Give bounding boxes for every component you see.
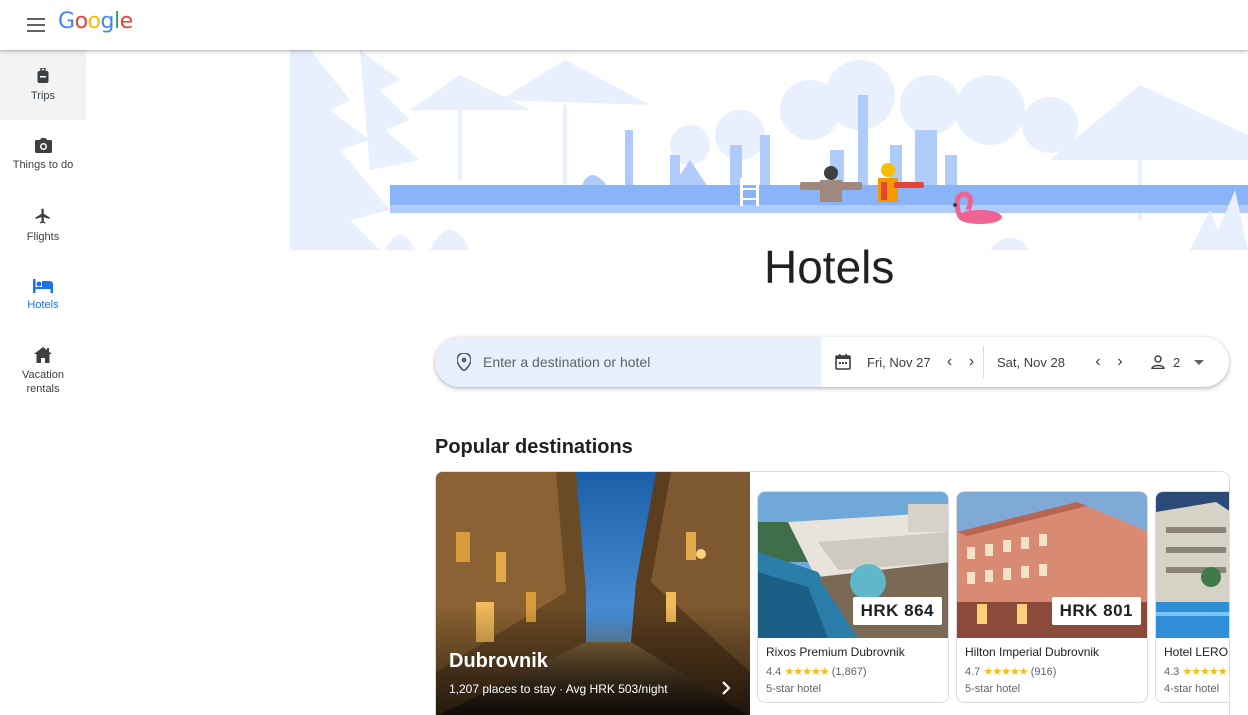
rating-value: 4.7 [965,666,981,678]
sidebar-item-vacation-rentals[interactable]: Vacation rentals [0,332,86,410]
hotel-class: 4-star hotel [1164,683,1220,695]
chevron-right-icon: › [968,353,975,370]
hotel-card[interactable]: HRK 864 Rixos Premium Dubrovnik 4.4 ★★★★… [757,491,949,703]
star-rating-icon: ★★★★★ [983,666,1028,678]
page-title: Hotels [764,241,895,293]
star-rating-icon: ★★★★★ [1182,666,1227,678]
check-in-date[interactable]: Fri, Nov 27 [867,355,931,370]
sidebar-item-flights[interactable]: Flights [0,190,86,260]
logo-letter: G [58,9,75,34]
sidebar-item-label: Vacation rentals [22,368,64,395]
check-out-field[interactable]: Sat, Nov 28 ‹ › [997,337,1131,387]
hotel-price: HRK 864 [852,597,942,625]
hotel-class: 5-star hotel [965,683,1021,695]
review-count: (1,867) [831,666,867,678]
destination-field[interactable] [435,337,821,387]
check-out-next-button[interactable]: › [1109,351,1131,373]
hotel-search-bar: Fri, Nov 27 ‹ › Sat, Nov 28 ‹ › 2 [435,337,1229,387]
logo-letter: e [119,9,134,34]
hotel-class: 5-star hotel [766,683,822,695]
hotel-rating: 4.3 ★★★★★ [1164,665,1228,678]
popular-destinations-carousel: Dubrovnik 1,207 places to stay · Avg HRK… [435,471,1230,715]
destination-name: Dubrovnik [449,650,548,672]
sidebar-item-label: Trips [30,89,56,102]
check-in-field[interactable]: Fri, Nov 27 ‹ › [835,337,983,387]
dropdown-arrow-icon [1194,359,1205,365]
luggage-icon [37,67,49,83]
rating-value: 4.4 [766,666,782,678]
calendar-icon [835,354,851,370]
review-count: (916) [1030,666,1057,678]
destination-input[interactable] [483,354,803,370]
guest-count: 2 [1173,354,1181,370]
check-out-previous-button[interactable]: ‹ [1087,351,1109,373]
sidebar-item-things-to-do[interactable]: Things to do [0,120,86,190]
bed-icon [33,278,53,293]
hotel-rating: 4.7 ★★★★★ (916) [965,665,1056,678]
sidebar-item-hotels[interactable]: Hotels [0,260,86,330]
hotel-card[interactable]: Hotel LERO 4.3 ★★★★★ 4-star hotel [1155,491,1229,703]
hamburger-menu-icon [27,18,45,32]
date-divider [983,346,984,378]
person-icon [1151,355,1165,369]
camera-icon [34,138,52,153]
hotel-card[interactable]: HRK 801 Hilton Imperial Dubrovnik 4.7 ★★… [956,491,1148,703]
sidebar-item-label: Flights [26,230,60,243]
hotel-rating: 4.4 ★★★★★ (1,867) [766,665,867,678]
airplane-icon [35,208,50,223]
google-logo[interactable]: Google [58,9,133,34]
hotel-photo: HRK 864 [758,492,948,638]
pool-scene-illustration [290,50,1248,250]
main-menu-button[interactable] [22,11,50,39]
sidebar-item-label: Hotels [27,298,59,311]
sidebar-item-label: Things to do [12,159,74,171]
hotel-price: HRK 801 [1051,597,1141,625]
guests-selector[interactable]: 2 [1151,337,1205,387]
star-rating-icon: ★★★★★ [784,666,829,678]
rating-value: 4.3 [1164,666,1180,678]
hotel-photo [1156,492,1229,638]
check-out-date[interactable]: Sat, Nov 28 [997,355,1065,370]
logo-letter: o [74,9,88,34]
featured-destination-card[interactable]: Dubrovnik 1,207 places to stay · Avg HRK… [436,472,750,715]
chevron-right-icon: › [1117,353,1123,370]
hotel-photo: HRK 801 [957,492,1147,638]
section-title: Popular destinations [435,436,633,458]
house-icon [34,346,52,363]
hotel-name: Hotel LERO [1164,645,1229,659]
chevron-left-icon: ‹ [946,353,953,370]
chevron-left-icon: ‹ [1095,353,1101,370]
check-in-previous-button[interactable]: ‹ [939,351,961,373]
side-navigation: Trips Things to do Flights Hotels Vacati… [0,50,86,715]
hotel-name: Hilton Imperial Dubrovnik [965,645,1100,659]
hotels-hero-illustration [290,50,1248,250]
location-pin-icon [457,353,471,371]
logo-letter: g [100,9,115,34]
check-in-next-button[interactable]: › [961,351,983,373]
destination-summary: 1,207 places to stay · Avg HRK 503/night [449,682,668,696]
logo-letter: o [87,9,101,34]
hotel-name: Rixos Premium Dubrovnik [766,645,905,659]
destination-photo [436,472,750,715]
top-app-bar: Google [0,0,1248,50]
sidebar-item-trips[interactable]: Trips [0,50,86,120]
chevron-right-icon[interactable] [718,680,734,696]
